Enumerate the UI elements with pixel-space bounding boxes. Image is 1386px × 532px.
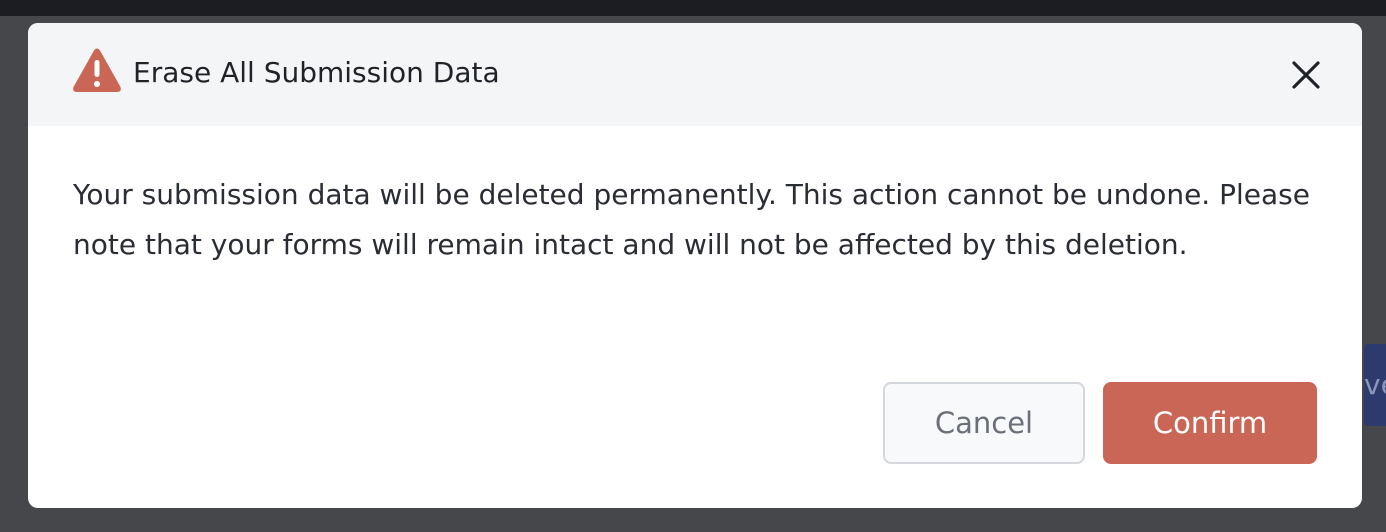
close-icon[interactable] [1286, 55, 1326, 95]
warning-triangle-icon [73, 48, 121, 92]
background-partial-button: ve [1364, 344, 1386, 426]
confirm-button[interactable]: Confirm [1103, 382, 1317, 464]
background-partial-button-label: ve [1364, 368, 1386, 401]
erase-data-dialog: Erase All Submission Data Your submissio… [28, 23, 1362, 508]
dialog-message: Your submission data will be deleted per… [73, 178, 1310, 261]
dialog-title: Erase All Submission Data [133, 56, 500, 89]
dialog-header: Erase All Submission Data [28, 23, 1362, 126]
app-top-bar [0, 0, 1386, 16]
cancel-button[interactable]: Cancel [883, 382, 1085, 464]
